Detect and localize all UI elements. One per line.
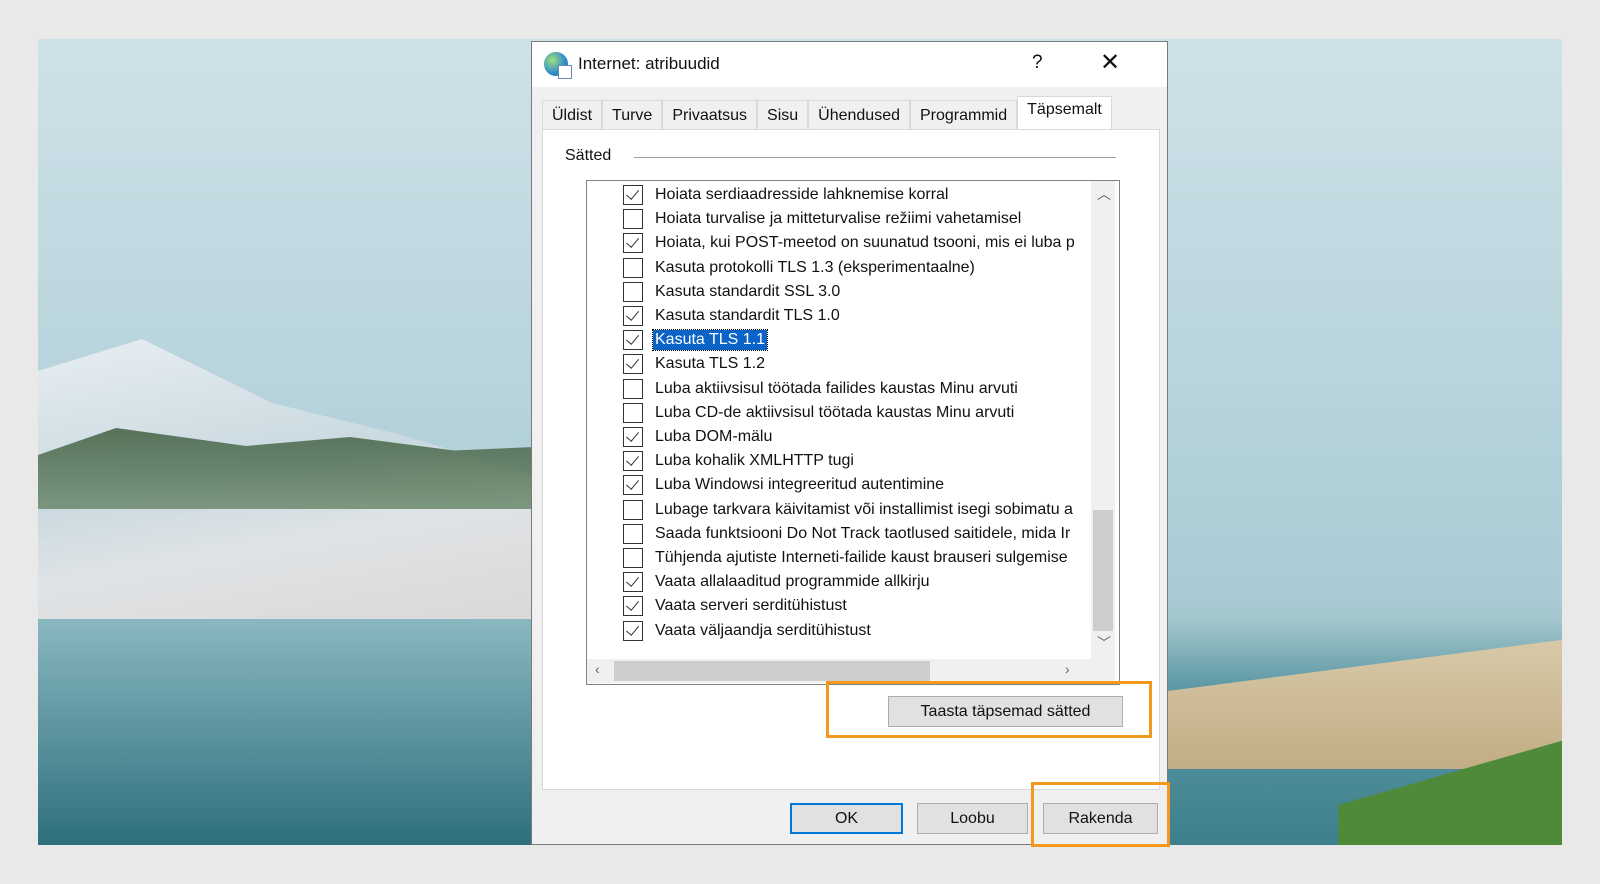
setting-label: Tühjenda ajutiste Interneti-failide kaus… bbox=[655, 549, 1068, 566]
checkbox[interactable] bbox=[623, 402, 643, 423]
setting-label: Vaata allalaaditud programmide allkirju bbox=[655, 573, 930, 591]
scroll-up-icon[interactable]: ︿ bbox=[1097, 184, 1111, 204]
checkbox[interactable] bbox=[623, 427, 643, 447]
lake bbox=[38, 619, 558, 845]
settings-group-label: Sätted bbox=[565, 147, 612, 164]
setting-item[interactable]: Vaata väljaandja serditühistust bbox=[623, 620, 1083, 642]
setting-item[interactable]: Kasuta protokolli TLS 1.3 (eksperimentaa… bbox=[623, 257, 1083, 279]
tab-3[interactable]: Sisu bbox=[757, 100, 809, 129]
checkbox[interactable] bbox=[623, 523, 643, 544]
checkbox[interactable] bbox=[623, 475, 643, 496]
setting-item[interactable]: Luba DOM-mälu bbox=[623, 426, 1083, 448]
setting-label: Kasuta TLS 1.1 bbox=[652, 329, 768, 352]
checkbox[interactable] bbox=[623, 620, 643, 641]
setting-label: Vaata väljaandja serditühistust bbox=[655, 621, 871, 639]
setting-label: Luba aktiivsisul töötada failides kausta… bbox=[655, 379, 1018, 397]
tab-strip: Üldist Turve Privaatsus Sisu Ühendused Progra… bbox=[542, 96, 1112, 129]
setting-label: Hoiata serdiaadresside lahknemise korral bbox=[655, 186, 949, 203]
checkbox[interactable] bbox=[623, 330, 643, 351]
dialog-title: Internet: atribuudid bbox=[578, 54, 720, 73]
vertical-scroll-thumb[interactable] bbox=[1093, 510, 1113, 631]
ok-button[interactable]: OK bbox=[790, 803, 903, 834]
settings-list[interactable]: Vaata väljaandja serditühistust Vaata ser… bbox=[586, 180, 1120, 685]
setting-label: Hoiata turvalise ja mitteturvalise režii… bbox=[655, 210, 1022, 228]
setting-item[interactable]: Luba CD-de aktiivsisul töötada kaustas M… bbox=[623, 402, 1083, 424]
checkbox[interactable] bbox=[623, 233, 643, 254]
checkbox[interactable] bbox=[623, 378, 643, 399]
setting-label: Luba CD-de aktiivsisul töötada kaustas M… bbox=[655, 403, 1015, 421]
setting-label: Vaata serveri serditühistust bbox=[655, 597, 847, 615]
internet-globe-icon bbox=[544, 52, 572, 79]
checkbox[interactable] bbox=[623, 548, 643, 568]
setting-item[interactable]: Lubage tarkvara käivitamist või installi… bbox=[623, 499, 1083, 521]
setting-label: Luba Windowsi integreeritud autentimine bbox=[655, 476, 945, 494]
setting-item[interactable]: Saada funktsiooni Do Not Track taotlused… bbox=[623, 523, 1083, 545]
setting-item[interactable]: Hoiata, kui POST-meetod on suunatud tsoo… bbox=[623, 232, 1083, 254]
grass-field bbox=[1168, 639, 1562, 769]
checkbox[interactable] bbox=[623, 499, 643, 520]
scroll-down-icon[interactable]: ﹀ bbox=[1097, 633, 1111, 653]
setting-item[interactable]: Hoiata turvalise ja mitteturvalise režii… bbox=[623, 208, 1083, 230]
setting-label: Luba kohalik XMLHTTP tugi bbox=[655, 452, 854, 470]
tab-6[interactable]: Täpsemalt bbox=[1017, 96, 1112, 129]
checkbox[interactable] bbox=[623, 451, 643, 472]
close-button[interactable]: ✕ bbox=[1100, 48, 1120, 77]
tab-4[interactable]: Ühendused bbox=[808, 100, 910, 129]
title-bar: Internet: atribuudid ? ✕ bbox=[532, 42, 1167, 87]
setting-label: Hoiata, kui POST-meetod on suunatud tsoo… bbox=[655, 234, 1075, 252]
setting-item[interactable]: Kasuta standardit SSL 3.0 bbox=[623, 281, 1083, 303]
setting-item[interactable]: Hoiata serdiaadresside lahknemise korral bbox=[623, 184, 1083, 206]
highlight-box-apply bbox=[1031, 782, 1170, 847]
setting-label: Kasuta TLS 1.2 bbox=[655, 355, 765, 373]
setting-label: Kasuta standardit SSL 3.0 bbox=[655, 282, 841, 300]
divider bbox=[634, 157, 1116, 158]
horizontal-scrollbar[interactable]: ‹ › bbox=[587, 659, 1115, 683]
setting-item[interactable]: Kasuta TLS 1.1 bbox=[623, 329, 1083, 352]
setting-label: Lubage tarkvara käivitamist või installi… bbox=[655, 500, 1073, 518]
checkbox[interactable] bbox=[623, 257, 643, 278]
scroll-left-icon[interactable]: ‹ bbox=[595, 661, 600, 677]
setting-label: Luba DOM-mälu bbox=[655, 428, 773, 445]
setting-item[interactable]: Luba kohalik XMLHTTP tugi bbox=[623, 450, 1083, 472]
vertical-scrollbar[interactable]: ︿ ﹀ bbox=[1091, 181, 1115, 659]
tab-5[interactable]: Programmid bbox=[910, 100, 1018, 129]
setting-label: Kasuta standardit TLS 1.0 bbox=[655, 307, 840, 324]
setting-label: Saada funktsiooni Do Not Track taotlused… bbox=[655, 524, 1071, 542]
scroll-right-icon[interactable]: › bbox=[1065, 661, 1070, 677]
checkbox[interactable] bbox=[623, 281, 643, 302]
cancel-button[interactable]: Loobu bbox=[917, 803, 1028, 834]
help-button[interactable]: ? bbox=[1032, 52, 1043, 74]
setting-item[interactable]: Luba Windowsi integreeritud autentimine bbox=[623, 474, 1083, 496]
checkbox[interactable] bbox=[623, 354, 643, 375]
horizontal-scroll-thumb[interactable] bbox=[614, 661, 930, 681]
tab-2[interactable]: Privaatsus bbox=[662, 100, 758, 129]
setting-item[interactable]: Vaata allalaaditud programmide allkirju bbox=[623, 571, 1083, 593]
tab-1[interactable]: Turve bbox=[602, 100, 663, 129]
checkbox[interactable] bbox=[623, 306, 643, 326]
setting-item[interactable]: Tühjenda ajutiste Interneti-failide kaus… bbox=[623, 547, 1083, 569]
tab-0[interactable]: Üldist bbox=[542, 100, 603, 129]
checkbox[interactable] bbox=[623, 185, 643, 205]
highlight-box-reset bbox=[826, 681, 1152, 738]
setting-item[interactable]: Kasuta TLS 1.2 bbox=[623, 353, 1083, 375]
checkbox[interactable] bbox=[623, 572, 643, 593]
setting-item[interactable]: Kasuta standardit TLS 1.0 bbox=[623, 305, 1083, 327]
setting-label: Kasuta protokolli TLS 1.3 (eksperimentaa… bbox=[655, 258, 975, 276]
setting-item[interactable]: Vaata serveri serditühistust bbox=[623, 595, 1083, 617]
checkbox[interactable] bbox=[623, 596, 643, 617]
setting-item[interactable]: Luba aktiivsisul töötada failides kausta… bbox=[623, 378, 1083, 400]
checkbox[interactable] bbox=[623, 209, 643, 230]
